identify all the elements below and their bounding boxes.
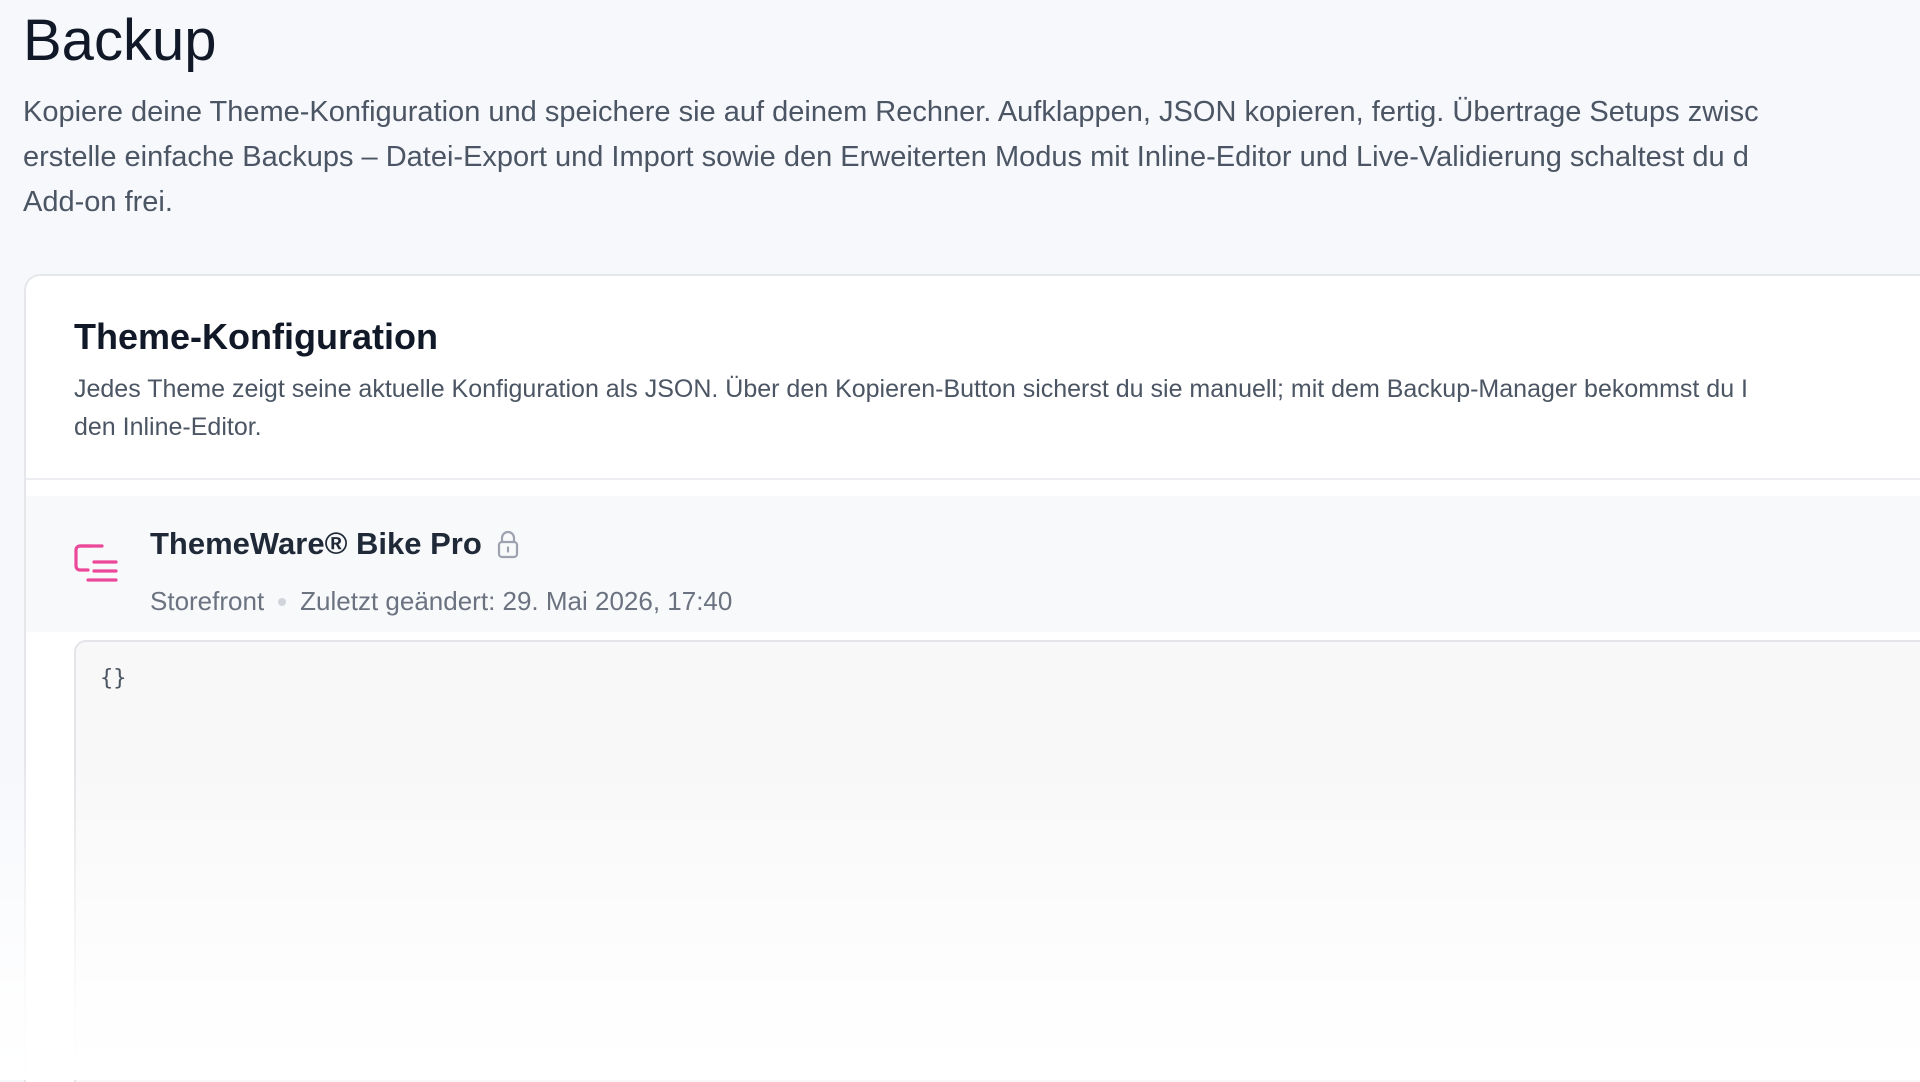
sales-channel-label: Storefront [150, 586, 265, 616]
json-content: {} [100, 666, 127, 691]
config-list-icon [72, 540, 120, 588]
card-description: Jedes Theme zeigt seine aktuelle Konfigu… [74, 370, 1920, 446]
theme-accordion-header[interactable]: ThemeWare® Bike Pro Storefront Zuletzt g… [26, 496, 1920, 632]
page-description-line: Add-on frei. [23, 186, 173, 218]
lock-icon [496, 529, 520, 559]
last-changed-label: Zuletzt geändert: 29. Mai 2026, 17:40 [300, 586, 733, 616]
page-description: Kopiere deine Theme-Konfiguration und sp… [23, 90, 1920, 225]
page-description-line: Kopiere deine Theme-Konfiguration und sp… [23, 96, 1759, 128]
separator-dot [278, 597, 287, 606]
card-header: Theme-Konfiguration Jedes Theme zeigt se… [26, 276, 1920, 480]
page-title: Backup [23, 8, 217, 73]
card-description-line: den Inline-Editor. [74, 413, 262, 441]
json-config-viewer[interactable]: {} [74, 640, 1920, 1082]
card-description-line: Jedes Theme zeigt seine aktuelle Konfigu… [74, 375, 1748, 403]
card-title: Theme-Konfiguration [74, 316, 438, 357]
theme-name: ThemeWare® Bike Pro [150, 526, 482, 561]
theme-meta: Storefront Zuletzt geändert: 29. Mai 202… [150, 586, 732, 617]
theme-config-card: Theme-Konfiguration Jedes Theme zeigt se… [24, 274, 1920, 1082]
theme-name-row: ThemeWare® Bike Pro [150, 524, 520, 564]
page-description-line: erstelle einfache Backups – Datei-Export… [23, 141, 1749, 173]
